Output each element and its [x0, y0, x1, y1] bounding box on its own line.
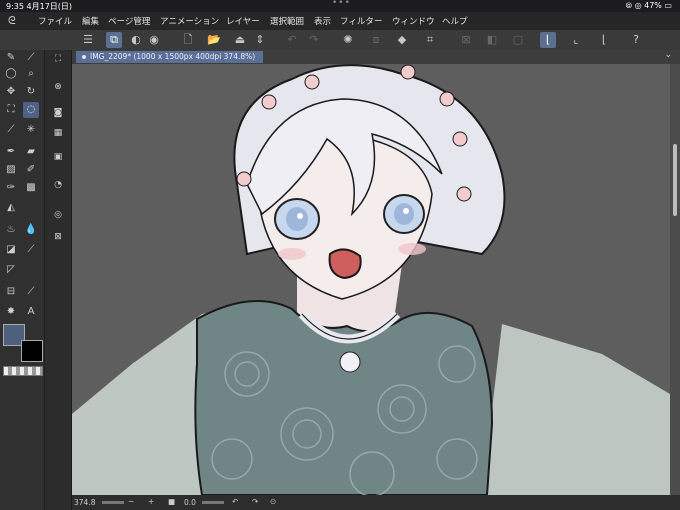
copy-icon[interactable]: ⧈ — [368, 32, 384, 48]
eye-icon[interactable]: ◉ — [146, 32, 162, 48]
ios-status-bar: 9:35 4月17日(日) ••• ⦾ ◎ 47% ▭ — [0, 0, 680, 12]
ruler-snap-icon[interactable]: ⌊ — [540, 32, 556, 48]
document-tab-title: IMG_2209* (1000 x 1500px 400dpi 374.8%) — [90, 52, 256, 61]
rotate-right-icon[interactable]: ↷ — [252, 497, 258, 506]
document-tab-bar: IMG_2209* (1000 x 1500px 400dpi 374.8%) … — [72, 50, 680, 64]
gradient-icon[interactable]: ◪ — [3, 242, 19, 258]
zoom-icon[interactable]: ⌕ — [23, 66, 39, 82]
reset-rotation-icon[interactable]: ⊙ — [270, 497, 276, 506]
zoom-value[interactable]: 374.8 — [74, 498, 95, 507]
burst-icon[interactable]: ✸ — [3, 304, 19, 320]
multitask-dots-icon[interactable]: ••• — [332, 0, 351, 8]
ruler-snap3-icon[interactable]: ⌊ — [596, 32, 612, 48]
search-icon[interactable]: ◎ — [50, 208, 66, 222]
decoration-icon[interactable]: ▩ — [23, 180, 39, 196]
eraser-icon[interactable]: ▰ — [23, 144, 39, 160]
menu-file[interactable]: ファイル — [38, 15, 72, 27]
rotate-left-icon[interactable]: ↶ — [232, 497, 238, 506]
move-icon[interactable]: ✥ — [3, 84, 19, 100]
menu-help[interactable]: ヘルプ — [442, 15, 468, 27]
menu-icon[interactable]: ☰ — [80, 32, 96, 48]
layer-select-icon[interactable]: ⧉ — [106, 32, 122, 48]
invert-icon[interactable]: ◧ — [484, 32, 500, 48]
vertical-scrollbar[interactable] — [670, 64, 680, 495]
document-tab[interactable]: IMG_2209* (1000 x 1500px 400dpi 374.8%) — [76, 51, 264, 63]
chevron-down-icon[interactable]: ⌄ — [664, 50, 672, 60]
menu-filter[interactable]: フィルター — [340, 15, 382, 27]
view-icon[interactable]: ◐ — [128, 32, 144, 48]
sparkle-icon[interactable]: ✳ — [23, 122, 39, 138]
transform-icon[interactable]: ⌗ — [422, 32, 438, 48]
tool-panel: ✎ ⟋ ◯ ⌕ ✥ ↻ ⛶ ◌ ⟋ ✳ ✒ ▰ ▨ ✐ ✑ ▩ ◭ ♨ 💧 ◪ … — [0, 50, 45, 510]
rotation-value[interactable]: 0.0 — [184, 498, 196, 507]
bottom-bar: 374.8 − + ■ 0.0 ↶ ↷ ⊙ — [72, 495, 680, 510]
marker-icon[interactable]: ✐ — [23, 162, 39, 178]
water-icon[interactable]: 💧 — [23, 222, 39, 238]
figure-icon[interactable]: ◸ — [3, 262, 19, 278]
app-logo-icon[interactable]: ᘓ — [8, 14, 22, 28]
eyedropper-icon[interactable]: ⟋ — [3, 122, 19, 138]
menu-view[interactable]: 表示 — [314, 15, 331, 27]
ruler-icon[interactable]: ⟋ — [23, 284, 39, 300]
select-icon[interactable]: ⛶ — [3, 102, 19, 118]
menu-animation[interactable]: アニメーション — [160, 15, 219, 27]
zoom-slider[interactable] — [102, 501, 124, 504]
ruler-snap2-icon[interactable]: ⌞ — [568, 32, 584, 48]
material-icon[interactable]: ▦ — [50, 126, 66, 140]
line-icon[interactable]: ⟋ — [23, 242, 39, 258]
navigator-icon[interactable]: ◙ — [50, 106, 66, 120]
sub-tool-icon[interactable]: ⛶ — [50, 52, 66, 66]
color-icon[interactable]: ⊠ — [50, 230, 66, 244]
zoom-out-icon[interactable]: − — [128, 497, 134, 506]
text-icon[interactable]: A — [23, 304, 39, 320]
fill-icon[interactable]: ◆ — [394, 32, 410, 48]
scroll-thumb[interactable] — [673, 144, 677, 216]
spinner-icon[interactable]: ✺ — [340, 32, 356, 48]
save-icon[interactable]: ⏏ — [232, 32, 248, 48]
menu-selection[interactable]: 選択範囲 — [270, 15, 304, 27]
deselect-icon[interactable]: ⊠ — [458, 32, 474, 48]
zoom-in-icon[interactable]: + — [148, 497, 154, 506]
history-icon[interactable]: ◔ — [50, 178, 66, 192]
panel-collapse-icon[interactable]: ⟋ — [23, 50, 39, 66]
layer-icon[interactable]: ⊗ — [50, 80, 66, 94]
arrows-icon[interactable]: ⇕ — [252, 32, 268, 48]
undo-icon[interactable]: ↶ — [284, 32, 300, 48]
menu-bar: ᘓ ファイル 編集 ページ管理 アニメーション レイヤー 選択範囲 表示 フィル… — [0, 12, 680, 30]
new-icon[interactable]: 🗋 — [180, 32, 196, 48]
blend-icon[interactable]: ♨ — [3, 222, 19, 238]
brush-size-icon[interactable]: ▣ — [50, 150, 66, 164]
border-icon[interactable]: ▢ — [510, 32, 526, 48]
fit-icon[interactable]: ■ — [168, 497, 175, 506]
command-bar: ☰ ⧉ ◐ ◉ 🗋 📂 ⏏ ⇕ ↶ ↷ ✺ ⧈ ◆ ⌗ ⊠ ◧ ▢ ⌊ ⌞ ⌊ … — [0, 30, 680, 51]
menu-layer[interactable]: レイヤー — [226, 15, 260, 27]
menu-window[interactable]: ウィンドウ — [392, 15, 435, 27]
lasso-select-icon[interactable]: ◌ — [23, 102, 39, 118]
canvas[interactable] — [72, 64, 670, 495]
pen-icon[interactable]: ✒ — [3, 144, 19, 160]
status-time: 9:35 4月17日(日) — [6, 2, 73, 11]
bucket-icon[interactable]: ◭ — [3, 200, 19, 216]
airbrush-icon[interactable]: ✑ — [3, 180, 19, 196]
help-icon[interactable]: ? — [628, 32, 644, 48]
rotate-icon[interactable]: ↻ — [23, 84, 39, 100]
menu-page[interactable]: ページ管理 — [108, 15, 150, 27]
sub-tool-panel: ⛶ ⊗ ◙ ▦ ▣ ◔ ◎ ⊠ — [45, 50, 72, 510]
frame-icon[interactable]: ⊟ — [3, 284, 19, 300]
pattern-icon[interactable]: ▨ — [3, 162, 19, 178]
battery-indicator: ⦾ ◎ 47% ▭ — [625, 1, 672, 10]
redo-icon[interactable]: ↷ — [306, 32, 322, 48]
rotation-slider[interactable] — [202, 501, 224, 504]
menu-edit[interactable]: 編集 — [82, 15, 99, 27]
transparent-color-swatch[interactable] — [3, 366, 43, 376]
brush-icon[interactable]: ✎ — [3, 50, 19, 66]
artwork — [72, 64, 670, 495]
sub-color-swatch[interactable] — [21, 340, 43, 362]
lasso-icon[interactable]: ◯ — [3, 66, 19, 82]
open-icon[interactable]: 📂 — [206, 32, 222, 48]
